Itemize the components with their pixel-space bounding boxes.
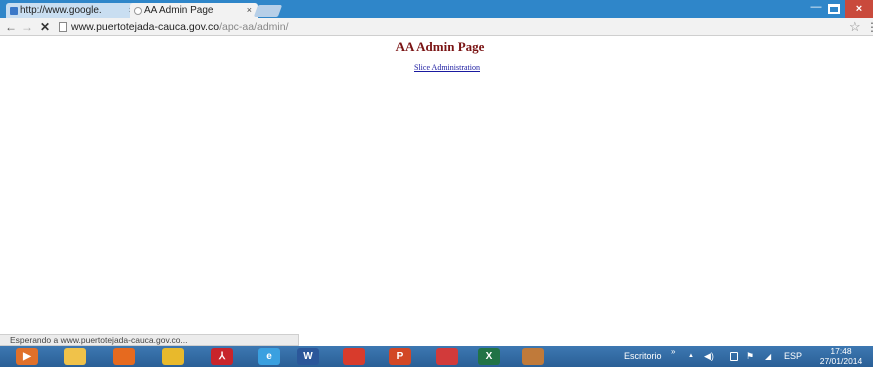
- taskbar-icon-glyph: [522, 348, 544, 365]
- taskbar-icon-glyph: ⅄: [218, 351, 226, 362]
- close-window-button[interactable]: ×: [845, 0, 873, 18]
- firefox-icon[interactable]: [113, 348, 135, 365]
- desktop-toolbar-label[interactable]: Escritorio: [624, 346, 662, 367]
- taskbar-icon-glyph: W: [303, 351, 313, 362]
- forward-button[interactable]: →: [20, 19, 34, 35]
- internet-explorer-icon[interactable]: e: [258, 348, 280, 365]
- chrome-red-icon[interactable]: [436, 348, 458, 365]
- bookmark-star-icon[interactable]: ☆: [849, 19, 861, 35]
- word-icon[interactable]: W: [297, 348, 319, 365]
- stop-button[interactable]: ✕: [38, 19, 52, 35]
- new-tab-button[interactable]: [253, 5, 283, 17]
- maximize-button[interactable]: [828, 4, 840, 14]
- tab-aa-admin[interactable]: AA Admin Page ×: [130, 3, 258, 18]
- taskbar: ▶ ⅄ e W P X Escritorio » ▲ ◀) ⚑ ◢ ESP 17:48 2…: [0, 346, 873, 367]
- url-path: /apc-aa/admin/: [219, 21, 289, 33]
- slice-administration-link[interactable]: Slice Administration: [0, 63, 873, 72]
- minimize-button[interactable]: —: [808, 2, 824, 16]
- desktop-chevron-icon[interactable]: »: [671, 346, 675, 358]
- tab-label: http://www.google.: [20, 5, 102, 16]
- page-title: AA Admin Page: [395, 39, 485, 54]
- clock-date: 27/01/2014: [819, 355, 863, 366]
- file-explorer-icon[interactable]: [64, 348, 86, 365]
- tray-overflow-icon[interactable]: ▲: [688, 346, 694, 367]
- google-favicon-icon: [10, 7, 18, 15]
- tab-google[interactable]: http://www.google. ×: [6, 3, 140, 18]
- chrome-icon[interactable]: [162, 348, 184, 365]
- browser-toolbar: ← → ✕ www.puertotejada-cauca.gov.co/apc-…: [0, 18, 873, 36]
- calculator-icon[interactable]: [522, 348, 544, 365]
- taskbar-icon-glyph: [64, 348, 86, 365]
- media-player-icon[interactable]: ▶: [16, 348, 38, 365]
- flag-icon[interactable]: ⚑: [746, 346, 754, 367]
- back-button[interactable]: ←: [4, 19, 18, 35]
- network-icon[interactable]: ◢: [765, 346, 771, 367]
- clock[interactable]: 17:48 27/01/2014: [812, 346, 870, 366]
- taskbar-icon-glyph: X: [485, 351, 493, 362]
- status-bar: Esperando a www.puertotejada-cauca.gov.c…: [0, 334, 299, 346]
- powerpoint-icon[interactable]: P: [389, 348, 411, 365]
- excel-icon[interactable]: X: [478, 348, 500, 365]
- page-icon: [59, 22, 67, 32]
- taskbar-icon-glyph: [436, 348, 458, 365]
- url-host: www.puertotejada-cauca.gov.co: [71, 21, 220, 33]
- adobe-reader-icon[interactable]: ⅄: [211, 348, 233, 365]
- taskbar-icon-glyph: [343, 348, 365, 365]
- taskbar-icon-glyph: ▶: [23, 351, 31, 362]
- taskbar-icon-glyph: e: [266, 351, 272, 362]
- language-indicator[interactable]: ESP: [784, 346, 802, 367]
- taskbar-icon-glyph: [162, 348, 184, 365]
- tab-strip: http://www.google. × AA Admin Page × — ×: [0, 0, 873, 18]
- tab-label: AA Admin Page: [144, 5, 214, 16]
- loading-favicon-icon: [134, 7, 142, 15]
- taskbar-icon-glyph: [113, 348, 135, 365]
- tab-close-icon[interactable]: ×: [247, 3, 252, 18]
- taskbar-icon-glyph: P: [396, 351, 404, 362]
- battery-icon[interactable]: [730, 352, 738, 361]
- menu-icon[interactable]: ⋮: [866, 19, 873, 35]
- speaker-icon[interactable]: ◀): [704, 346, 714, 367]
- app-icon[interactable]: [343, 348, 365, 365]
- address-bar[interactable]: www.puertotejada-cauca.gov.co/apc-aa/adm…: [71, 18, 289, 36]
